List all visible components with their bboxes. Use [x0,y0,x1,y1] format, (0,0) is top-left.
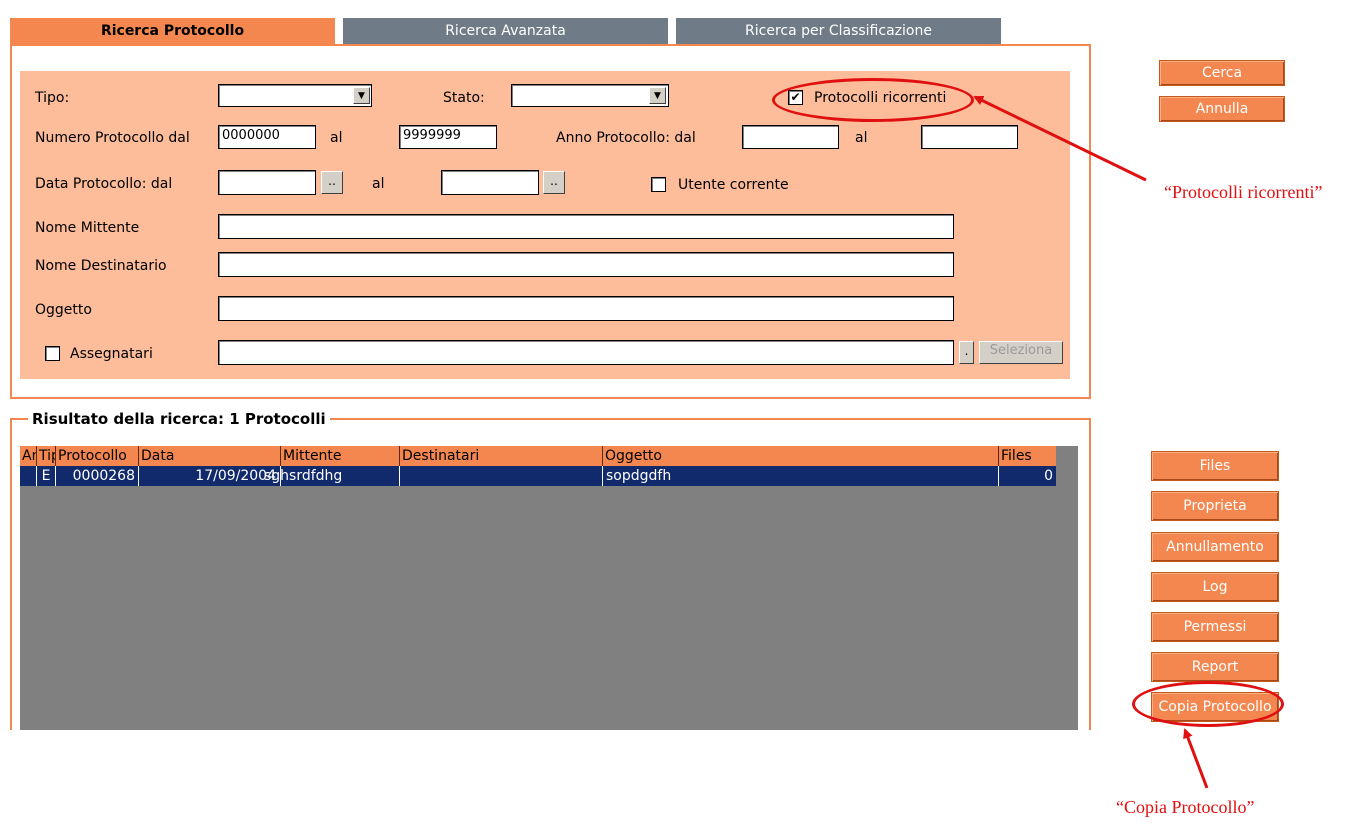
annotation-arrows [973,95,1209,789]
annotation-ricorrenti: “Protocolli ricorrenti” [1164,182,1323,202]
arrow-to-ricorrenti [973,95,1147,182]
annotation-copia: “Copia Protocollo” [1116,797,1255,817]
arrow-to-copia [1183,728,1209,789]
